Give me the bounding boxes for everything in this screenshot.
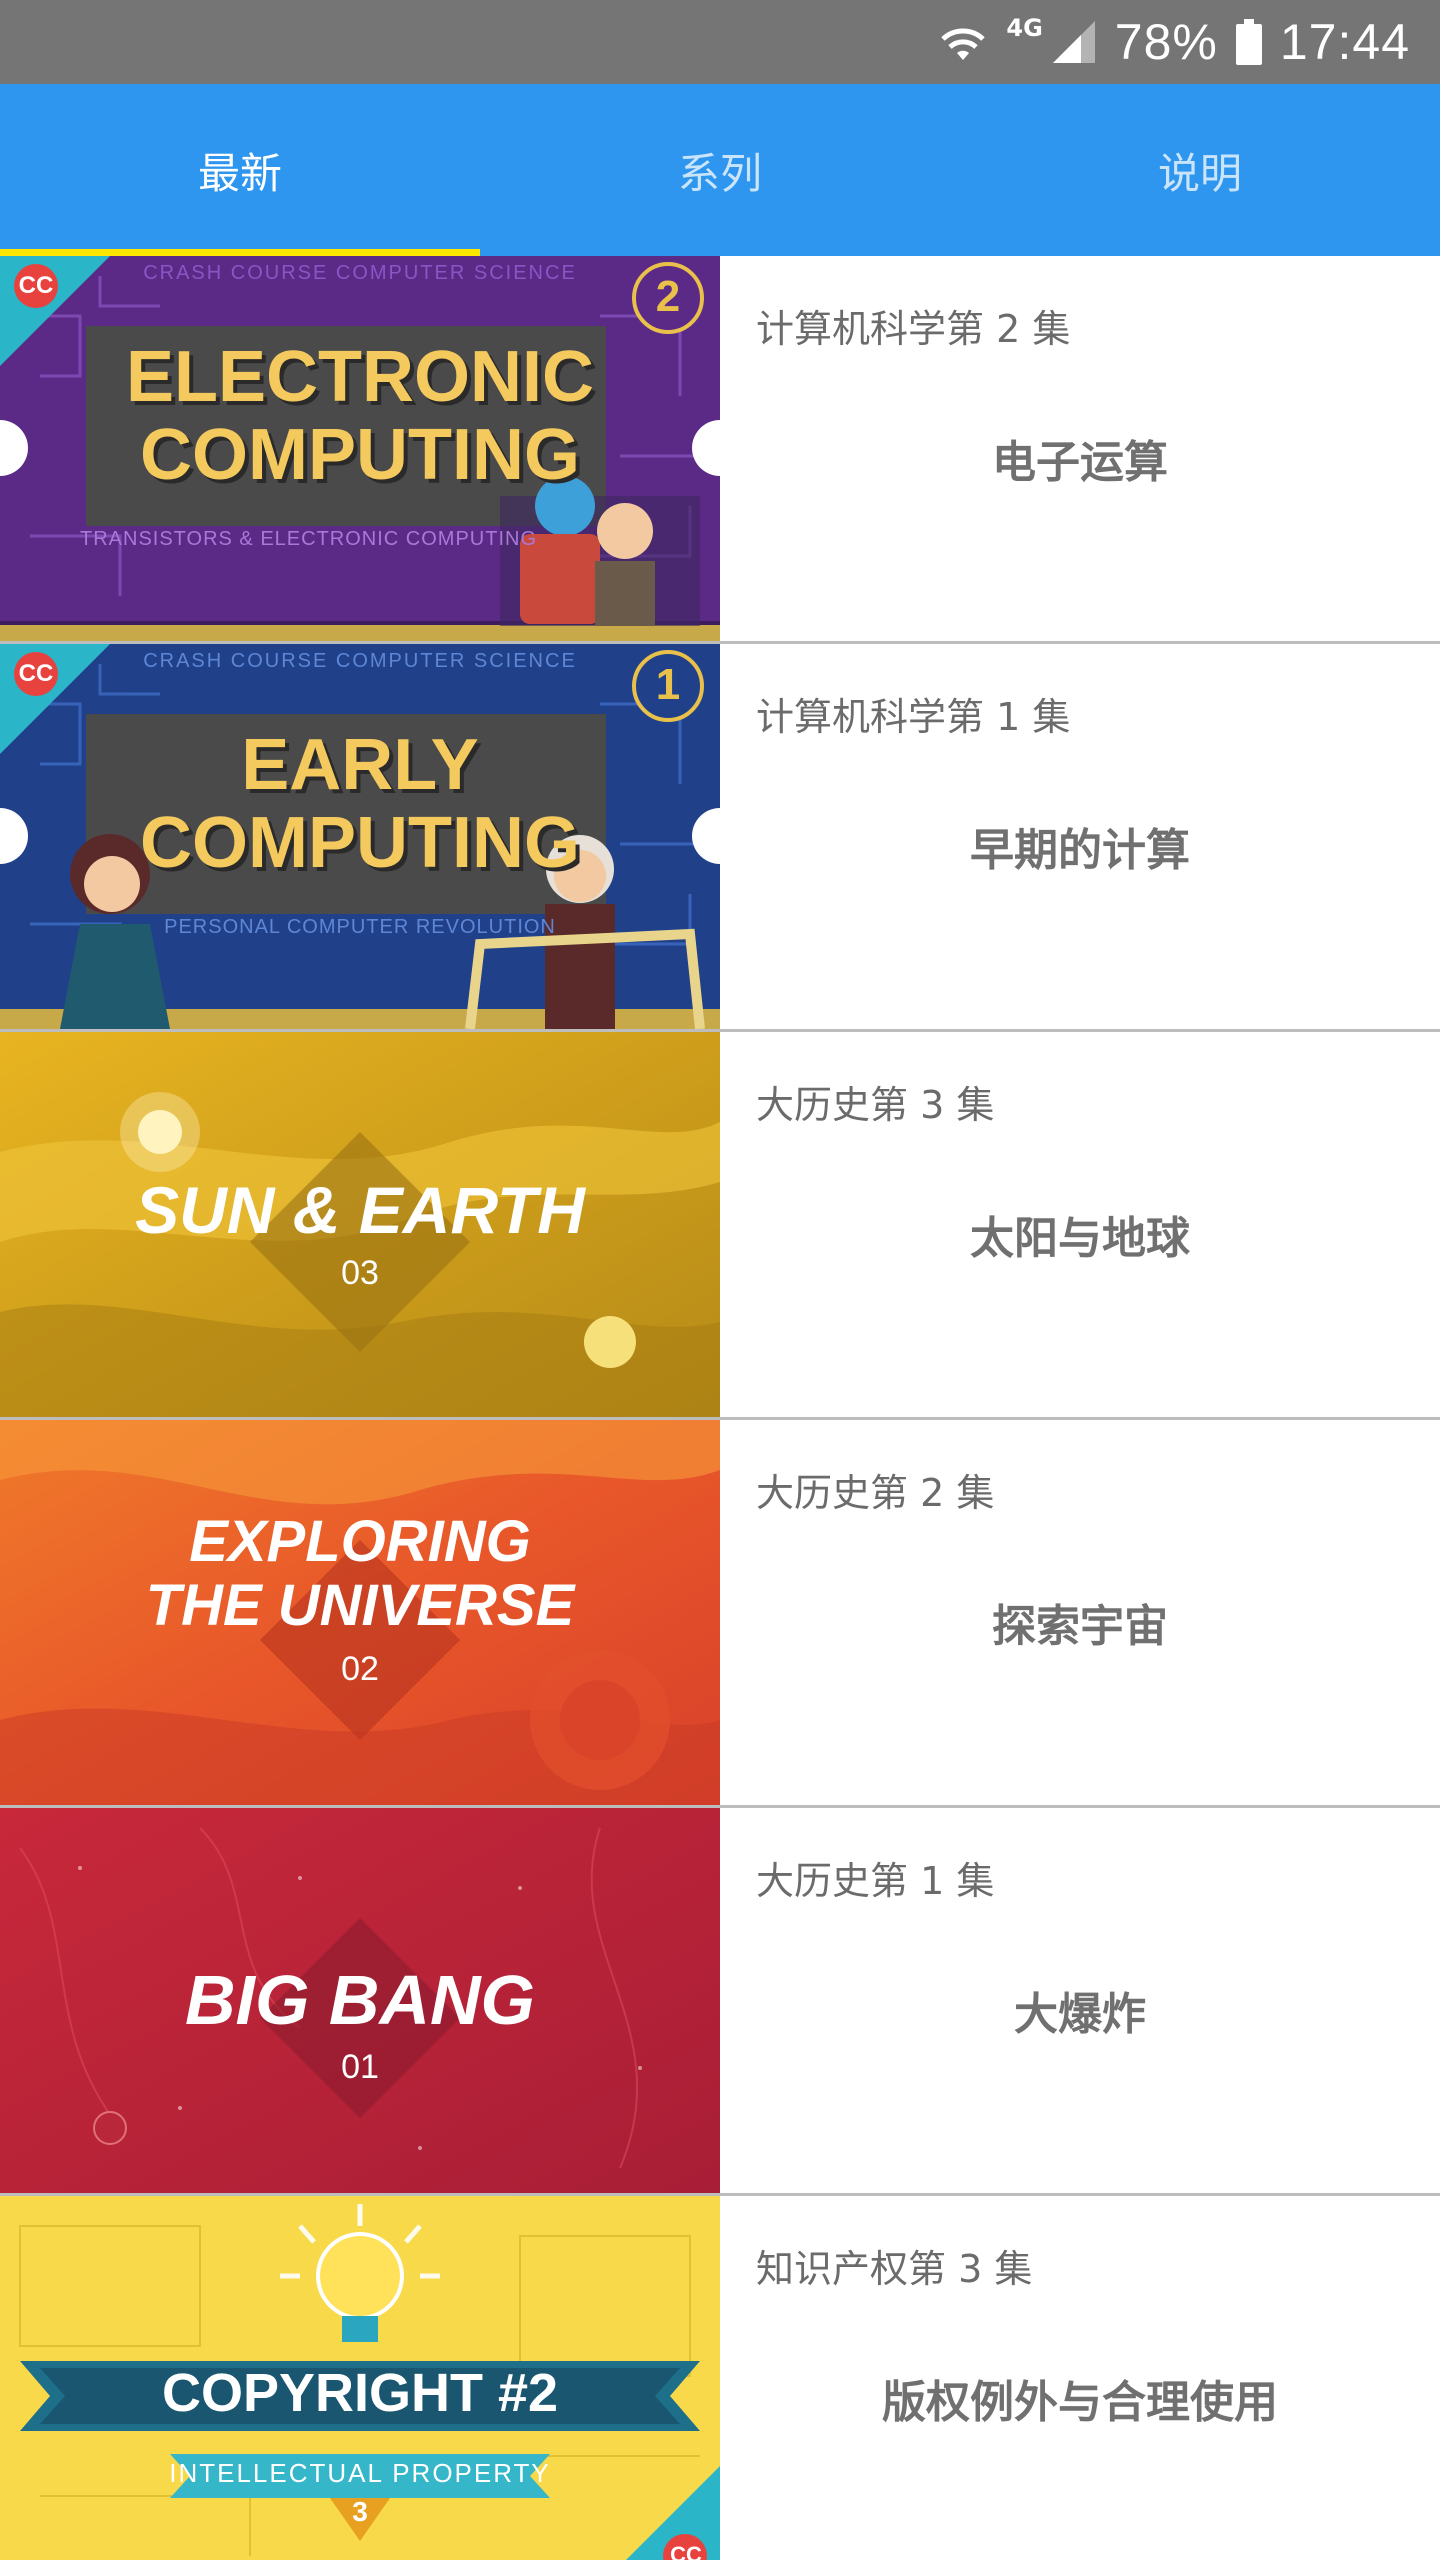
episode-subtitle: 计算机科学第 1 集: [756, 695, 1071, 739]
episode-thumbnail: CRASH COURSE COMPUTER SCIENCE CC 2 ELECT…: [0, 256, 720, 641]
episode-info: 大历史第 1 集 大爆炸: [720, 1808, 1440, 2193]
wifi-icon: [938, 20, 988, 64]
episode-info: 计算机科学第 2 集 电子运算: [720, 256, 1440, 641]
thumbnail-title-line-1: BIG BANG: [185, 1961, 535, 2039]
episode-row[interactable]: SUN & EARTH 03 大历史第 3 集 太阳与地球: [0, 1032, 1440, 1420]
episode-badge: 1: [655, 660, 681, 709]
thumbnail-caption: PERSONAL COMPUTER REVOLUTION: [164, 916, 556, 938]
episode-row[interactable]: EXPLORING THE UNIVERSE 02 大历史第 2 集 探索宇宙: [0, 1420, 1440, 1808]
episode-subtitle: 大历史第 2 集: [756, 1471, 995, 1515]
thumbnail-title-line-1: SUN & EARTH: [135, 1173, 585, 1247]
episode-title: 太阳与地球: [970, 1213, 1190, 1264]
series-header: CRASH COURSE COMPUTER SCIENCE: [143, 262, 577, 284]
episode-thumbnail: BIG BANG 01: [0, 1808, 720, 2193]
episode-info: 知识产权第 3 集 版权例外与合理使用: [720, 2196, 1440, 2560]
thumbnail-episode-number: 03: [341, 1254, 379, 1292]
episode-title: 探索宇宙: [992, 1601, 1168, 1652]
episode-thumbnail: EXPLORING THE UNIVERSE 02: [0, 1420, 720, 1805]
episode-row[interactable]: COPYRIGHT #2 INTELLECTUAL PROPERTY 3 CC …: [0, 2196, 1440, 2560]
episode-badge: 2: [655, 272, 681, 321]
thumbnail-title-line-1: COPYRIGHT #2: [161, 2363, 559, 2423]
cc-logo: CC: [18, 660, 54, 687]
episode-info: 计算机科学第 1 集 早期的计算: [720, 644, 1440, 1029]
episode-info: 大历史第 2 集 探索宇宙: [720, 1420, 1440, 1805]
episode-subtitle: 知识产权第 3 集: [756, 2247, 1033, 2291]
thumbnail-title-line-1: EARLY: [241, 725, 479, 805]
thumbnail-episode-number: 01: [341, 2048, 379, 2086]
thumbnail-title-line-1: EXPLORING: [189, 1509, 531, 1574]
tab-latest[interactable]: 最新: [0, 84, 480, 256]
thumbnail-episode-number: 3: [352, 2496, 368, 2527]
episode-subtitle: 计算机科学第 2 集: [756, 307, 1071, 351]
network-type-label: 4G: [1006, 14, 1043, 42]
episode-title: 大爆炸: [1014, 1989, 1146, 2040]
series-header: CRASH COURSE COMPUTER SCIENCE: [143, 650, 577, 672]
cc-logo: CC: [18, 272, 54, 299]
episode-title: 版权例外与合理使用: [882, 2377, 1278, 2428]
tab-indicator: [0, 249, 480, 256]
episode-row[interactable]: BIG BANG 01 大历史第 1 集 大爆炸: [0, 1808, 1440, 2196]
episode-row[interactable]: CRASH COURSE COMPUTER SCIENCE CC 1 EARLY…: [0, 644, 1440, 1032]
tab-bar: 最新 系列 说明: [0, 84, 1440, 256]
thumbnail-title-line-2: COMPUTING: [140, 803, 580, 883]
signal-icon: [1051, 19, 1097, 65]
episode-subtitle: 大历史第 1 集: [756, 1859, 995, 1903]
episode-list: CRASH COURSE COMPUTER SCIENCE CC 2 ELECT…: [0, 256, 1440, 2560]
episode-row[interactable]: CRASH COURSE COMPUTER SCIENCE CC 2 ELECT…: [0, 256, 1440, 644]
episode-info: 大历史第 3 集 太阳与地球: [720, 1032, 1440, 1417]
episode-title: 早期的计算: [970, 825, 1190, 876]
cc-logo: CC: [670, 2542, 702, 2560]
thumbnail-episode-number: 02: [341, 1650, 379, 1688]
clock-time: 17:44: [1279, 14, 1410, 70]
tab-series[interactable]: 系列: [480, 84, 960, 256]
episode-thumbnail: CRASH COURSE COMPUTER SCIENCE CC 1 EARLY…: [0, 644, 720, 1029]
battery-icon: [1235, 19, 1262, 65]
battery-percent: 78%: [1114, 14, 1218, 70]
tab-about[interactable]: 说明: [960, 84, 1440, 256]
thumbnail-title-line-1: ELECTRONIC: [126, 337, 594, 417]
thumbnail-banner: INTELLECTUAL PROPERTY: [169, 2458, 551, 2488]
app-bar: 最新 系列 说明: [0, 84, 1440, 256]
episode-subtitle: 大历史第 3 集: [756, 1083, 995, 1127]
thumbnail-title-line-2: THE UNIVERSE: [145, 1573, 575, 1638]
thumbnail-title-line-2: COMPUTING: [140, 415, 580, 495]
episode-thumbnail: SUN & EARTH 03: [0, 1032, 720, 1417]
episode-title: 电子运算: [992, 437, 1168, 488]
status-bar: 4G 78% 17:44: [0, 0, 1440, 84]
episode-thumbnail: COPYRIGHT #2 INTELLECTUAL PROPERTY 3 CC: [0, 2196, 720, 2560]
thumbnail-caption: TRANSISTORS & ELECTRONIC COMPUTING: [80, 528, 538, 550]
